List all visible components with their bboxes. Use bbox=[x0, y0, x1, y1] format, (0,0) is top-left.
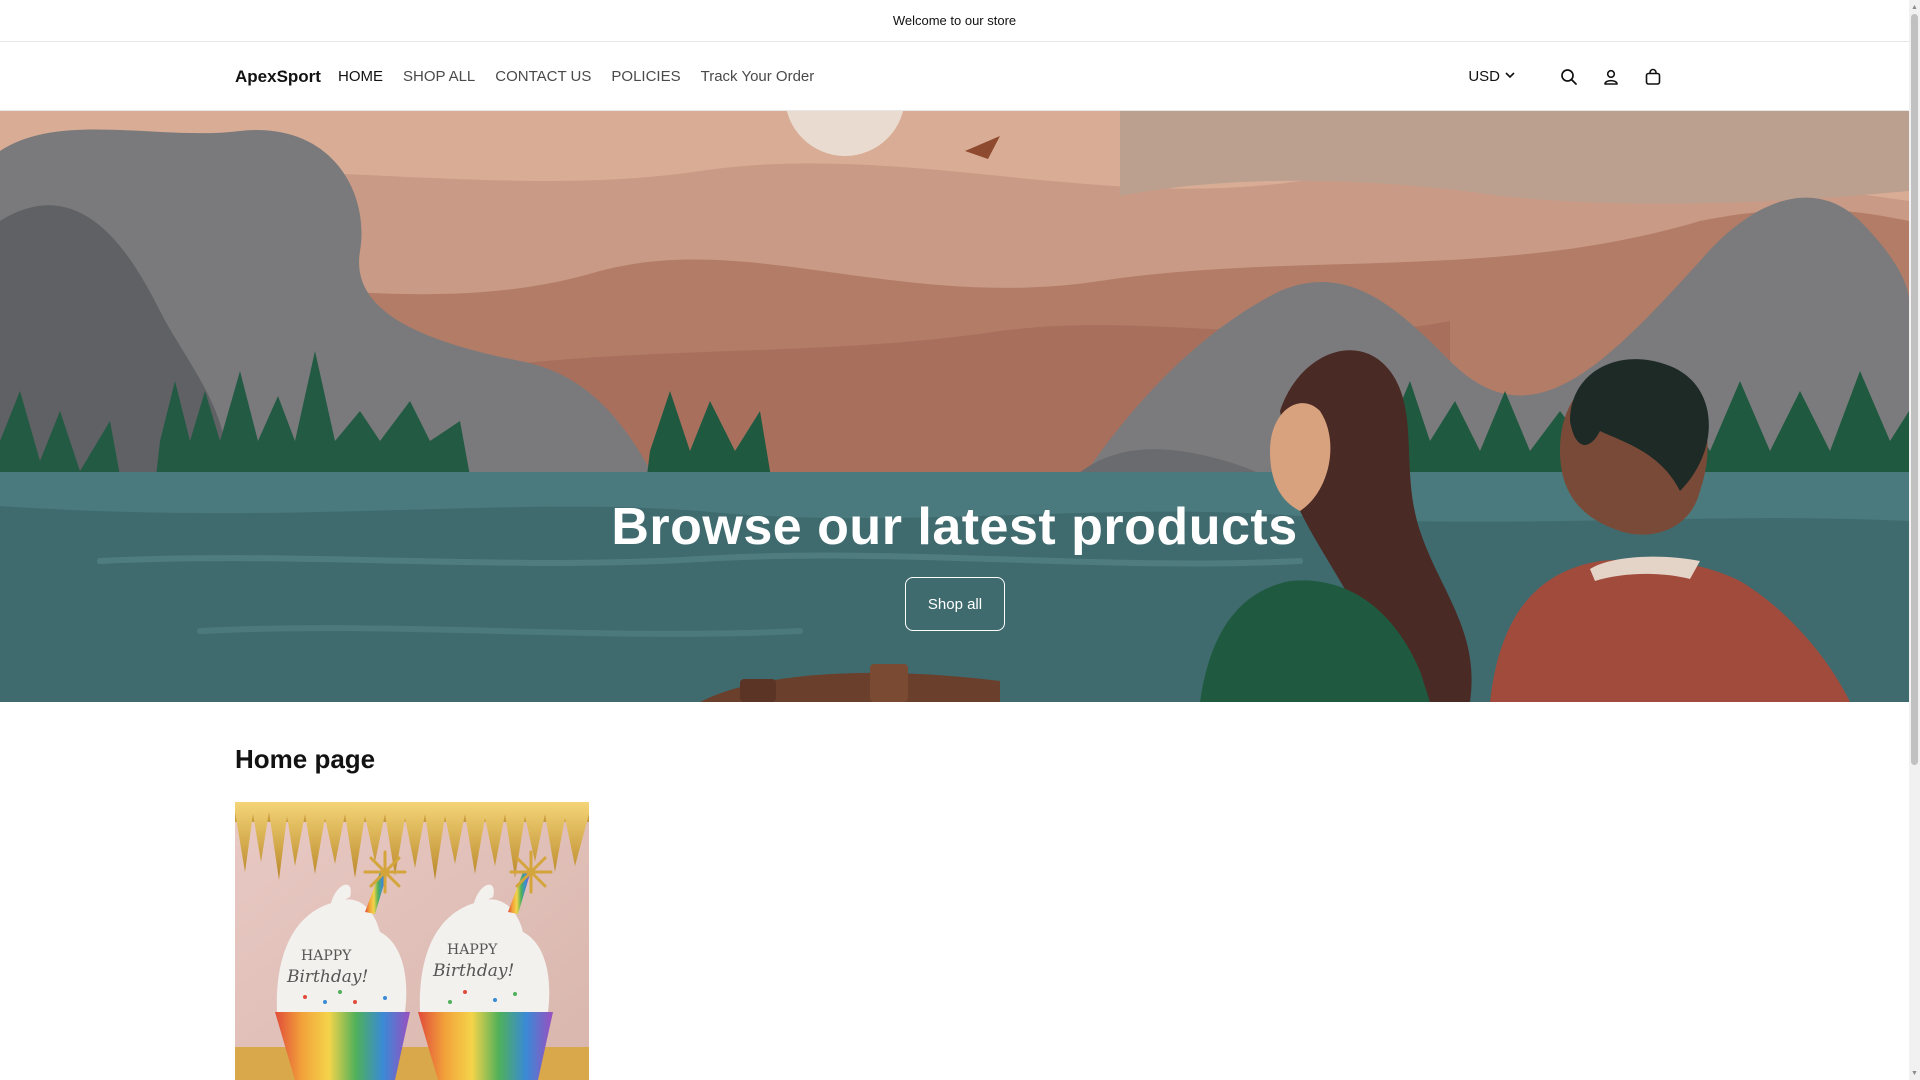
currency-selector[interactable]: USD bbox=[1468, 68, 1516, 85]
scrollbar-thumb[interactable] bbox=[1911, 14, 1918, 765]
announcement-text: Welcome to our store bbox=[892, 13, 1017, 28]
announcement-bar: Welcome to our store bbox=[0, 0, 1909, 42]
nav-item-home[interactable]: HOME bbox=[338, 68, 383, 85]
hero-title: Browse our latest products bbox=[611, 498, 1298, 556]
shop-all-button[interactable]: Shop all bbox=[905, 577, 1005, 631]
site-header: ApexSport HOME SHOP ALL CONTACT US POLIC… bbox=[0, 42, 1909, 111]
section-title: Home page bbox=[235, 744, 376, 774]
scroll-up-arrow-icon[interactable]: ▲ bbox=[1909, 0, 1920, 14]
card-text-birthday-2: Birthday! bbox=[432, 961, 514, 981]
cart-icon[interactable] bbox=[1642, 66, 1664, 88]
currency-label: USD bbox=[1468, 68, 1500, 85]
nav-item-policies[interactable]: POLICIES bbox=[611, 68, 680, 85]
search-icon[interactable] bbox=[1558, 66, 1580, 88]
store-logo[interactable]: ApexSport bbox=[235, 42, 321, 111]
header-actions: USD bbox=[1468, 42, 1664, 111]
vertical-scrollbar[interactable]: ▲ ▼ bbox=[1909, 0, 1920, 1080]
account-icon[interactable] bbox=[1600, 66, 1622, 88]
hero-content: Browse our latest products Shop all bbox=[0, 111, 1909, 702]
product-card-image[interactable]: HAPPY Birthday! HAPPY Birthday! bbox=[235, 802, 589, 1080]
main-nav: HOME SHOP ALL CONTACT US POLICIES Track … bbox=[338, 42, 814, 111]
nav-item-contact-us[interactable]: CONTACT US bbox=[495, 68, 591, 85]
nav-item-shop-all[interactable]: SHOP ALL bbox=[403, 68, 475, 85]
card-text-happy-1: HAPPY bbox=[301, 948, 352, 964]
card-text-happy-2: HAPPY bbox=[447, 942, 498, 958]
birthday-balloons-image: HAPPY Birthday! HAPPY Birthday! bbox=[235, 802, 589, 1080]
chevron-down-icon bbox=[1504, 68, 1516, 85]
page: Welcome to our store ApexSport HOME SHOP… bbox=[0, 0, 1909, 1080]
scroll-down-arrow-icon[interactable]: ▼ bbox=[1909, 1066, 1920, 1080]
hero-banner: Browse our latest products Shop all bbox=[0, 111, 1909, 702]
card-text-birthday-1: Birthday! bbox=[286, 967, 368, 987]
nav-item-track-order[interactable]: Track Your Order bbox=[701, 68, 815, 85]
